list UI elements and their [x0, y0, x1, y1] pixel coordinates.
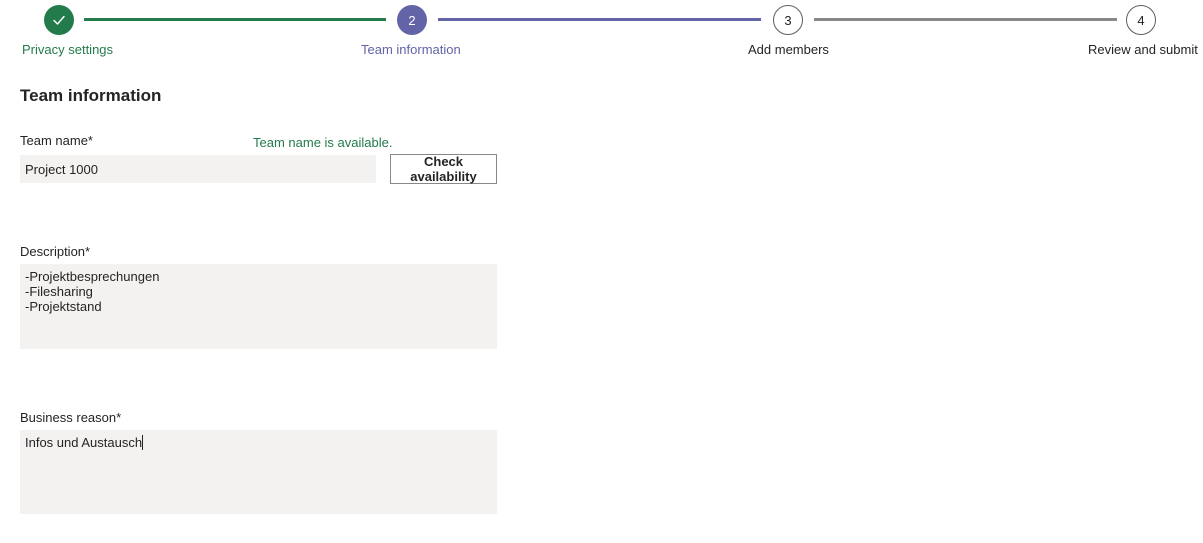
text-caret [142, 435, 144, 450]
step-3-indicator[interactable]: 3 [773, 5, 803, 35]
check-availability-button[interactable]: Check availability [390, 154, 497, 184]
step-connector-1-2 [84, 18, 386, 21]
description-line: -Filesharing [25, 284, 93, 299]
description-line: -Projektbesprechungen [25, 269, 160, 284]
section-title: Team information [20, 86, 162, 105]
step-2-label: Team information [361, 42, 461, 57]
team-name-value: Project 1000 [25, 162, 98, 177]
step-connector-3-4 [814, 18, 1117, 21]
checkmark-icon [53, 15, 65, 25]
step-4-label: Review and submit [1088, 42, 1198, 57]
step-connector-2-3 [438, 18, 761, 21]
business-reason-textarea[interactable]: Infos und Austausch [20, 430, 497, 514]
description-textarea[interactable]: -Projektbesprechungen -Filesharing -Proj… [20, 264, 497, 349]
business-reason-value: Infos und Austausch [25, 435, 143, 450]
step-4-indicator[interactable]: 4 [1126, 5, 1156, 35]
description-line: -Projektstand [25, 299, 102, 314]
team-name-input[interactable]: Project 1000 [20, 155, 376, 183]
team-name-label: Team name* [20, 133, 93, 148]
availability-message: Team name is available. [253, 135, 393, 150]
step-3-label: Add members [748, 42, 829, 57]
business-reason-label: Business reason* [20, 410, 122, 425]
description-label: Description* [20, 244, 91, 259]
step-2-indicator[interactable]: 2 [397, 5, 427, 35]
step-1-label: Privacy settings [22, 42, 114, 57]
step-1-indicator[interactable] [44, 5, 74, 35]
